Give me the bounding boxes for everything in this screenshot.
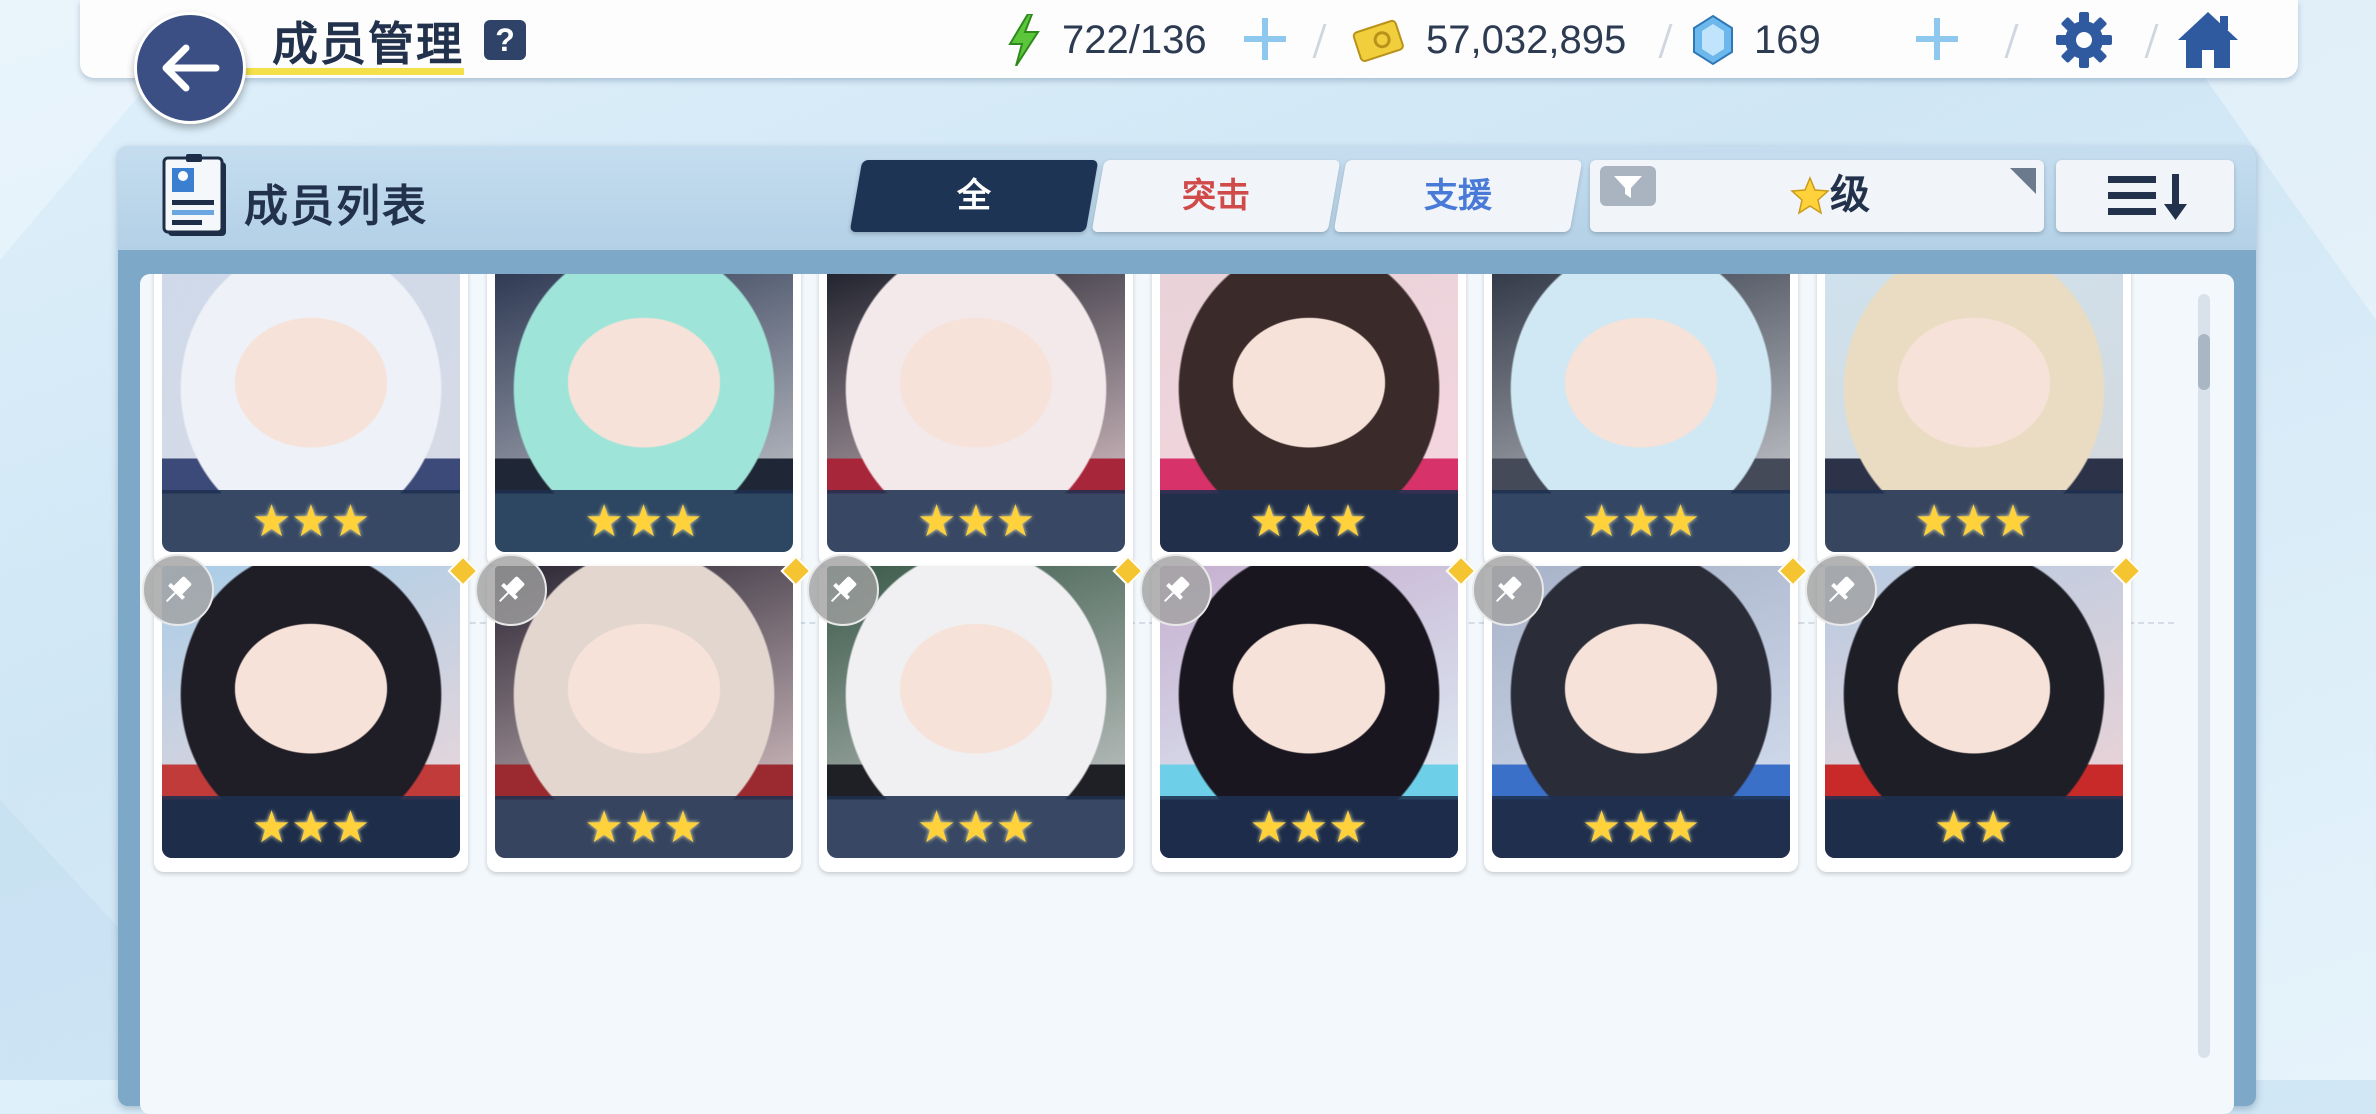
star-rating: ★★★ — [1159, 490, 1458, 552]
funnel-filter-icon — [1600, 166, 1656, 206]
star-rating: ★★★ — [1824, 490, 2123, 552]
star-rating: ★★★ — [1492, 796, 1790, 858]
arrow-left-icon — [162, 44, 220, 92]
filter-label: 级 — [1830, 173, 1870, 217]
student-portrait: ★★★ — [1492, 274, 1790, 552]
home-icon[interactable] — [2176, 10, 2240, 70]
tab-special[interactable]: 支援 — [1333, 160, 1583, 232]
pin-icon[interactable] — [142, 554, 214, 626]
star-icon — [1790, 176, 1830, 215]
tab-all[interactable]: 全 — [849, 160, 1099, 232]
star-rating: ★★★ — [494, 490, 793, 552]
separator — [2144, 24, 2159, 58]
star-rating: ★★★ — [827, 796, 1125, 858]
star-rating: ★★★ — [162, 796, 460, 858]
panel-header: 成员列表 全 突击 支援 级 — [118, 146, 2256, 250]
ap-bolt-icon — [1008, 14, 1040, 66]
star-rating: ★★★ — [494, 796, 793, 858]
star-rating: ★★ — [1824, 796, 2123, 858]
filter-dropdown[interactable]: 级 — [1590, 160, 2044, 232]
sort-descending-icon — [2108, 174, 2187, 220]
card-frame: ★★★ — [1816, 274, 2131, 566]
star-rating: ★★★ — [827, 490, 1125, 552]
star-rating: ★★★ — [1159, 796, 1458, 858]
help-button[interactable]: ? — [484, 20, 526, 60]
student-portrait: ★★★ — [1159, 274, 1458, 552]
member-grid: ★★★诺亚★★★日和★★★若藻★★★泉奈★★★时雨★★★日富美 ★★★★★★★★… — [140, 274, 2234, 1114]
separator — [1312, 24, 1327, 58]
member-list-panel: 成员列表 全 突击 支援 级 ★★★ ★★★ ★★★ ★★★ ★★★ ★★★ ★… — [118, 146, 2256, 1114]
sort-order-button[interactable] — [2056, 160, 2234, 232]
top-bar: 成员管理 ? 722/136 57,032,895 169 — [80, 0, 2298, 78]
tab-special-label: 支援 — [1424, 177, 1492, 215]
card-frame: ★★★ — [819, 274, 1133, 566]
pin-icon[interactable] — [474, 554, 547, 626]
gear-icon[interactable] — [2054, 10, 2114, 70]
student-portrait: ★★★ — [162, 274, 460, 552]
credits-value: 57,032,895 — [1426, 18, 1627, 62]
scrollbar[interactable] — [2198, 294, 2210, 1058]
pin-icon[interactable] — [1472, 554, 1544, 626]
gems-value: 169 — [1754, 18, 1821, 62]
separator — [1658, 24, 1673, 58]
student-portrait: ★★★ — [494, 274, 793, 552]
student-portrait: ★★★ — [827, 274, 1125, 552]
tab-all-label: 全 — [957, 177, 991, 215]
gems-plus-icon[interactable] — [1912, 14, 1962, 64]
star-rating: ★★★ — [162, 490, 460, 552]
card-frame: ★★★ — [154, 274, 468, 566]
pin-icon[interactable] — [1139, 554, 1212, 626]
page-title: 成员管理 — [272, 18, 464, 70]
ap-value: 722/136 — [1062, 18, 1207, 62]
pin-icon[interactable] — [1804, 554, 1877, 626]
pyroxene-gem-icon — [1693, 14, 1733, 66]
separator — [2004, 24, 2019, 58]
panel-title: 成员列表 — [244, 182, 428, 231]
card-frame: ★★★ — [1484, 274, 1798, 566]
card-frame: ★★★ — [1151, 274, 1466, 566]
student-portrait: ★★★ — [1824, 274, 2123, 552]
member-card-icon — [162, 154, 226, 236]
pin-icon[interactable] — [807, 554, 879, 626]
tab-striker[interactable]: 突击 — [1091, 160, 1341, 232]
back-button[interactable] — [134, 12, 246, 124]
ap-plus-icon[interactable] — [1240, 14, 1290, 64]
tab-striker-label: 突击 — [1182, 177, 1250, 215]
star-rating: ★★★ — [1492, 490, 1790, 552]
credit-card-icon — [1352, 19, 1404, 62]
corner-triangle-icon — [2010, 168, 2036, 194]
card-frame: ★★★ — [486, 274, 801, 566]
scrollbar-thumb[interactable] — [2198, 334, 2210, 390]
